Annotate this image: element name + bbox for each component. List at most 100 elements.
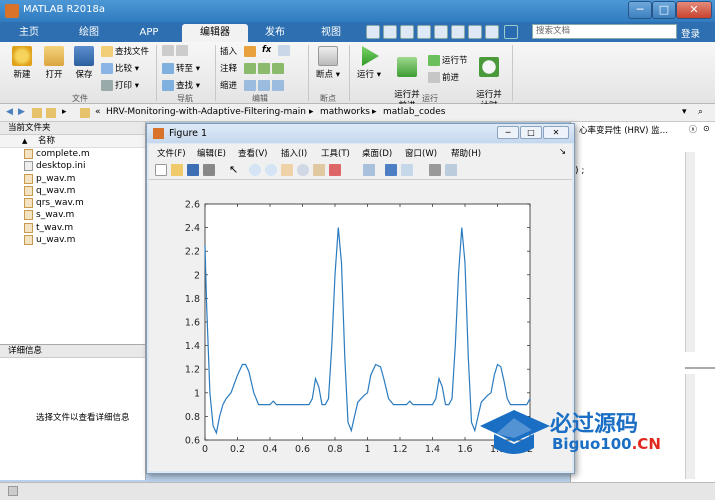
path-dropdown-icon[interactable]: ▾ bbox=[682, 107, 687, 117]
list-item[interactable]: s_wav.m bbox=[0, 209, 145, 221]
goto-button[interactable]: 转至 ▾ bbox=[162, 62, 200, 74]
close-button[interactable]: ✕ bbox=[676, 1, 712, 19]
rotate-icon[interactable] bbox=[297, 164, 309, 176]
back-arrow-icon[interactable]: ◀ bbox=[6, 107, 13, 117]
browse-folder-icon[interactable] bbox=[46, 108, 56, 118]
print-figure-icon[interactable] bbox=[203, 164, 215, 176]
help-quick-icon[interactable] bbox=[485, 25, 499, 39]
list-item[interactable]: p_wav.m bbox=[0, 173, 145, 185]
brush-icon[interactable] bbox=[329, 164, 341, 176]
path-segment-matlab-codes[interactable]: matlab_codes bbox=[383, 107, 445, 117]
tab-publish[interactable]: 发布 bbox=[254, 24, 296, 42]
menu-view[interactable]: 查看(V) bbox=[238, 147, 267, 159]
menu-tools[interactable]: 工具(T) bbox=[321, 147, 350, 159]
panel-menu-icon[interactable]: ⊙ bbox=[703, 124, 710, 133]
save-button[interactable]: 保存 bbox=[70, 46, 98, 80]
copy-quick-icon[interactable] bbox=[400, 25, 414, 39]
list-item[interactable]: q_wav.m bbox=[0, 185, 145, 197]
new-label: 新建 bbox=[13, 70, 31, 80]
edit-extra-icon[interactable] bbox=[278, 45, 292, 56]
list-item[interactable]: desktop.ini bbox=[0, 160, 145, 172]
forward-arrow-icon[interactable]: ▶ bbox=[18, 107, 25, 117]
path-segment-mathworks[interactable]: mathworks bbox=[320, 107, 370, 117]
tab-apps[interactable]: APP bbox=[128, 24, 170, 42]
run-advance-icon bbox=[397, 57, 417, 77]
editor-scrollbar[interactable] bbox=[685, 152, 695, 352]
figure-close-button[interactable]: ✕ bbox=[543, 126, 569, 139]
watermark-domain: Biguo100 bbox=[552, 435, 632, 453]
tab-editor[interactable]: 编辑器 bbox=[182, 24, 248, 42]
minimize-button[interactable]: ─ bbox=[628, 1, 652, 19]
compare-button[interactable]: 比较 ▾ bbox=[101, 62, 139, 74]
undo-quick-icon[interactable] bbox=[434, 25, 448, 39]
list-item[interactable]: qrs_wav.m bbox=[0, 197, 145, 209]
redo-quick-icon[interactable] bbox=[451, 25, 465, 39]
details-panel: 详细信息 选择文件以查看详细信息 bbox=[0, 344, 146, 480]
breakpoints-button[interactable]: 断点 ▾ bbox=[314, 46, 342, 80]
up-folder-icon[interactable] bbox=[32, 108, 42, 118]
x-tick-label: 0 bbox=[202, 444, 208, 455]
indent-button[interactable]: 缩进 bbox=[220, 79, 286, 91]
run-time-icon bbox=[479, 57, 499, 77]
colorbar-icon[interactable] bbox=[385, 164, 397, 176]
pan-icon[interactable] bbox=[281, 164, 293, 176]
insert-button[interactable]: 插入 bbox=[220, 45, 258, 57]
run-button[interactable]: 运行 ▾ bbox=[354, 46, 384, 80]
menu-help[interactable]: 帮助(H) bbox=[451, 147, 481, 159]
run-section-button[interactable]: 运行节 bbox=[428, 54, 468, 66]
new-figure-icon[interactable] bbox=[155, 164, 167, 176]
open-button[interactable]: 打开 bbox=[40, 46, 68, 80]
nav-back-button[interactable] bbox=[162, 45, 190, 56]
new-button[interactable]: 新建 bbox=[8, 46, 36, 80]
login-link[interactable]: 登录 bbox=[681, 26, 700, 40]
path-overflow[interactable]: « bbox=[95, 107, 101, 117]
tab-plots[interactable]: 绘图 bbox=[68, 24, 110, 42]
open-file-icon[interactable] bbox=[171, 164, 183, 176]
find-files-button[interactable]: 查找文件 bbox=[101, 45, 149, 57]
current-folder-panel: 当前文件夹 名称 ▲ complete.m desktop.ini p_wav.… bbox=[0, 122, 146, 344]
menu-window[interactable]: 窗口(W) bbox=[405, 147, 437, 159]
menu-insert[interactable]: 插入(I) bbox=[281, 147, 307, 159]
path-root-icon[interactable]: ▸ bbox=[62, 107, 67, 117]
zoom-in-icon[interactable] bbox=[249, 164, 261, 176]
figure-minimize-button[interactable]: ─ bbox=[497, 126, 519, 139]
switch-window-icon[interactable] bbox=[468, 25, 482, 39]
pointer-icon[interactable]: ↖ bbox=[229, 164, 241, 176]
search-input[interactable]: 搜索文档 bbox=[532, 24, 677, 39]
print-button[interactable]: 打印 ▾ bbox=[101, 79, 139, 91]
show-plot-tools-icon[interactable] bbox=[445, 164, 457, 176]
hide-plot-tools-icon[interactable] bbox=[429, 164, 441, 176]
cut-quick-icon[interactable] bbox=[383, 25, 397, 39]
search-folder-icon[interactable]: ⌕ bbox=[698, 107, 703, 117]
save-figure-icon[interactable] bbox=[187, 164, 199, 176]
figure-maximize-button[interactable]: □ bbox=[520, 126, 542, 139]
list-item[interactable]: u_wav.m bbox=[0, 234, 145, 246]
save-quick-icon[interactable] bbox=[366, 25, 380, 39]
tab-home[interactable]: 主页 bbox=[8, 24, 50, 42]
help-icon[interactable] bbox=[504, 25, 518, 39]
run-time-button[interactable]: 运行并 计时 bbox=[472, 46, 506, 112]
figure-title-bar: Figure 1 ─ □ ✕ bbox=[147, 124, 574, 143]
list-item[interactable]: t_wav.m bbox=[0, 222, 145, 234]
paste-quick-icon[interactable] bbox=[417, 25, 431, 39]
command-scrollbar[interactable] bbox=[685, 374, 695, 479]
comment-button[interactable]: 注释 bbox=[220, 62, 286, 74]
maximize-button[interactable]: □ bbox=[652, 1, 676, 19]
advance-button[interactable]: 前进 bbox=[428, 71, 459, 83]
dock-icon[interactable]: ↘ bbox=[559, 147, 566, 157]
menu-file[interactable]: 文件(F) bbox=[157, 147, 186, 159]
zoom-out-icon[interactable] bbox=[265, 164, 277, 176]
tab-view[interactable]: 视图 bbox=[310, 24, 352, 42]
find-button[interactable]: 查找 ▾ bbox=[162, 79, 200, 91]
panel-close-icon[interactable]: ⓧ bbox=[689, 124, 697, 135]
path-segment-repo[interactable]: HRV-Monitoring-with-Adaptive-Filtering-m… bbox=[106, 107, 306, 117]
menu-desktop[interactable]: 桌面(D) bbox=[362, 147, 392, 159]
editor-snippet: 心率变异性 (HRV) 监… bbox=[579, 126, 669, 136]
data-cursor-icon[interactable] bbox=[313, 164, 325, 176]
name-column-header[interactable]: 名称 ▲ bbox=[0, 135, 145, 148]
list-item[interactable]: complete.m bbox=[0, 148, 145, 160]
fx-button[interactable]: fx bbox=[262, 45, 271, 55]
menu-edit[interactable]: 编辑(E) bbox=[197, 147, 226, 159]
legend-icon[interactable] bbox=[401, 164, 413, 176]
link-plot-icon[interactable] bbox=[363, 164, 375, 176]
